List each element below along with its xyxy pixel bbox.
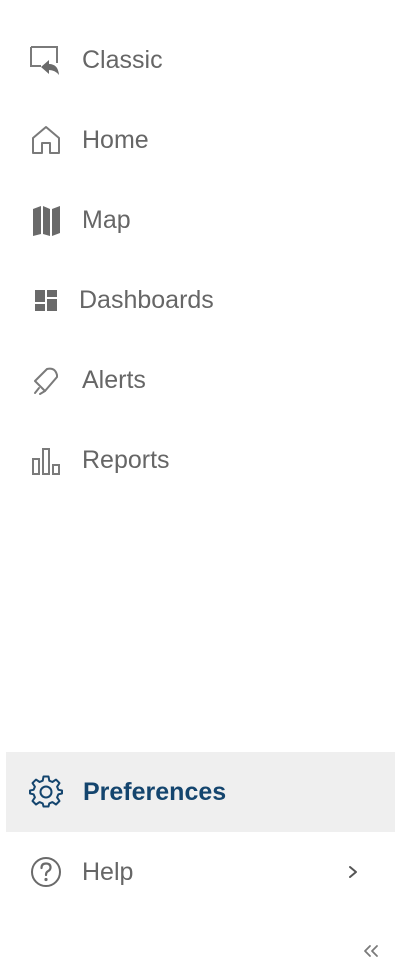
question-circle-icon [26, 852, 66, 892]
sidebar-item-label: Classic [82, 45, 163, 74]
collapse-sidebar-button[interactable] [356, 938, 386, 968]
sidebar-item-label: Map [82, 205, 131, 234]
sidebar-item-classic[interactable]: Classic [0, 20, 395, 100]
sidebar-item-label: Reports [82, 445, 170, 474]
sidebar-item-help[interactable]: Help [0, 832, 395, 912]
dashboard-icon [26, 280, 66, 320]
sidebar-item-dashboards[interactable]: Dashboards [0, 260, 395, 340]
sidebar-item-alerts[interactable]: Alerts [0, 340, 395, 420]
sidebar-nav: Classic Home Map Dashboards Alerts Repor… [0, 0, 395, 973]
map-icon [26, 200, 66, 240]
sidebar-item-label: Dashboards [79, 285, 214, 314]
bar-chart-icon [26, 440, 66, 480]
sidebar-item-label: Preferences [83, 777, 227, 806]
sidebar-item-home[interactable]: Home [0, 100, 395, 180]
sidebar-item-label: Help [82, 857, 134, 886]
sidebar-item-reports[interactable]: Reports [0, 420, 395, 500]
sidebar-item-map[interactable]: Map [0, 180, 395, 260]
sidebar-item-preferences[interactable]: Preferences [6, 752, 395, 832]
sidebar-item-label: Alerts [82, 365, 146, 394]
double-chevron-left-icon [362, 943, 380, 964]
chevron-right-icon [343, 860, 363, 884]
sidebar-item-label: Home [82, 125, 149, 154]
alert-bell-icon [26, 360, 66, 400]
classic-view-icon [26, 40, 66, 80]
home-icon [26, 120, 66, 160]
gear-icon [26, 772, 66, 812]
